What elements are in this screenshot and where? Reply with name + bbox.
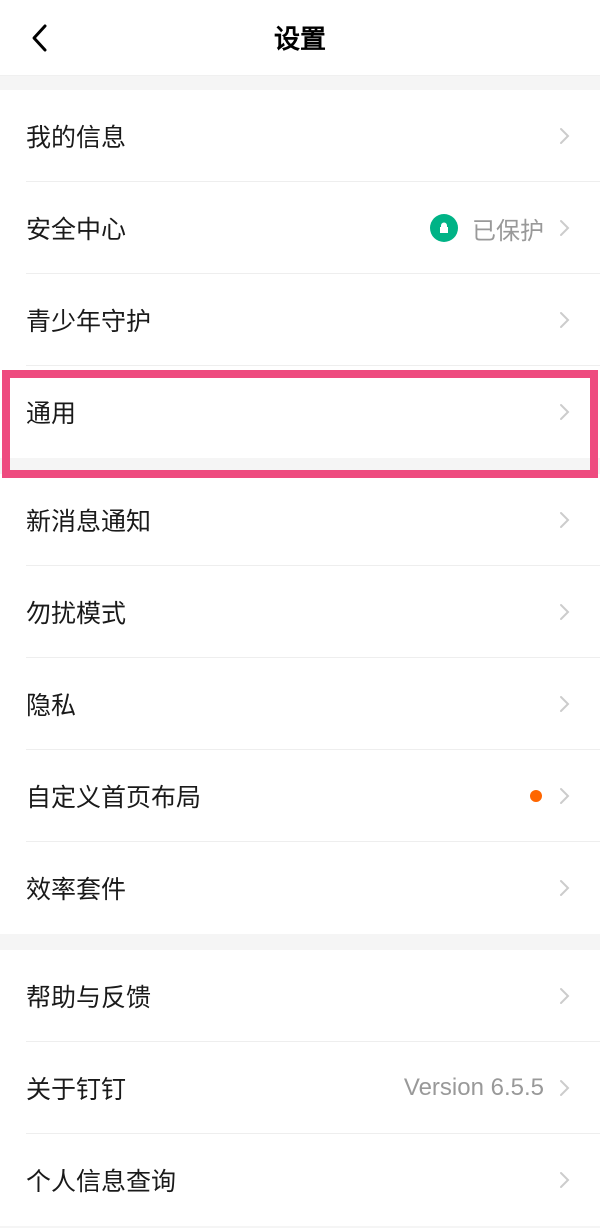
row-label: 帮助与反馈	[26, 978, 556, 1014]
chevron-right-icon	[556, 127, 574, 145]
row-do-not-disturb[interactable]: 勿扰模式	[0, 566, 600, 658]
chevron-right-icon	[556, 1171, 574, 1189]
row-label: 个人信息查询	[26, 1162, 556, 1198]
row-label: 关于钉钉	[26, 1070, 404, 1106]
row-label: 效率套件	[26, 870, 556, 906]
row-efficiency-suite[interactable]: 效率套件	[0, 842, 600, 934]
row-privacy[interactable]: 隐私	[0, 658, 600, 750]
chevron-right-icon	[556, 879, 574, 897]
chevron-right-icon	[556, 1079, 574, 1097]
row-label: 安全中心	[26, 210, 430, 246]
row-personal-info-query[interactable]: 个人信息查询	[0, 1134, 600, 1226]
settings-section-2: 新消息通知 勿扰模式 隐私 自定义首页布局 效率套件	[0, 474, 600, 934]
chevron-right-icon	[556, 219, 574, 237]
row-my-info[interactable]: 我的信息	[0, 90, 600, 182]
section-gap	[0, 934, 600, 950]
row-new-message-notifications[interactable]: 新消息通知	[0, 474, 600, 566]
row-custom-homepage-layout[interactable]: 自定义首页布局	[0, 750, 600, 842]
row-security-center[interactable]: 安全中心 已保护	[0, 182, 600, 274]
chevron-right-icon	[556, 787, 574, 805]
back-icon	[30, 23, 50, 53]
row-help-feedback[interactable]: 帮助与反馈	[0, 950, 600, 1042]
chevron-right-icon	[556, 987, 574, 1005]
chevron-right-icon	[556, 695, 574, 713]
row-label: 通用	[26, 394, 556, 430]
row-youth-protection[interactable]: 青少年守护	[0, 274, 600, 366]
row-value: Version 6.5.5	[404, 1074, 544, 1102]
row-label: 新消息通知	[26, 502, 556, 538]
chevron-right-icon	[556, 403, 574, 421]
chevron-right-icon	[556, 603, 574, 621]
section-gap	[0, 458, 600, 474]
settings-section-3: 帮助与反馈 关于钉钉 Version 6.5.5 个人信息查询	[0, 950, 600, 1226]
notification-dot-icon	[530, 790, 542, 802]
row-about[interactable]: 关于钉钉 Version 6.5.5	[0, 1042, 600, 1134]
row-label: 勿扰模式	[26, 594, 556, 630]
back-button[interactable]	[20, 18, 60, 58]
row-label: 隐私	[26, 686, 556, 722]
row-label: 我的信息	[26, 118, 556, 154]
row-general[interactable]: 通用	[0, 366, 600, 458]
chevron-right-icon	[556, 311, 574, 329]
settings-section-1: 我的信息 安全中心 已保护 青少年守护 通用	[0, 90, 600, 458]
row-value: 已保护	[472, 211, 544, 246]
row-label: 自定义首页布局	[26, 778, 530, 814]
row-label: 青少年守护	[26, 302, 556, 338]
lock-icon	[430, 214, 458, 242]
header: 设置	[0, 0, 600, 76]
chevron-right-icon	[556, 511, 574, 529]
page-title: 设置	[0, 19, 600, 56]
section-gap	[0, 76, 600, 90]
